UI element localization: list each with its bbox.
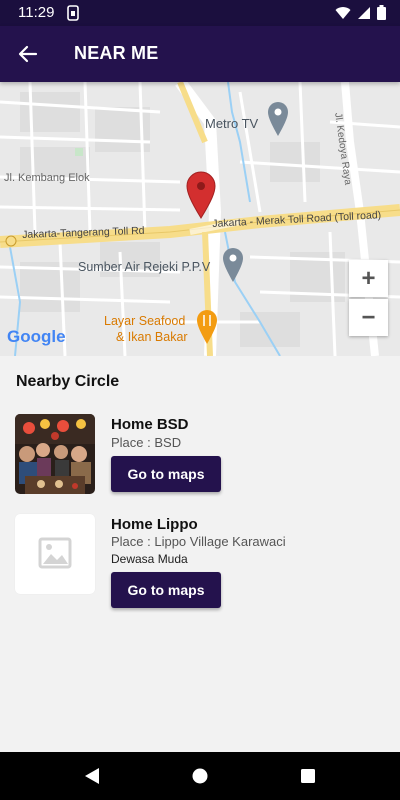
battery-icon	[377, 5, 386, 25]
label-metro-tv: Metro TV	[205, 116, 259, 131]
circle-place: Place : Lippo Village Karawaci	[111, 534, 286, 549]
nav-back-icon	[85, 768, 99, 784]
circle-group: Dewasa Muda	[111, 552, 188, 566]
system-nav-bar	[0, 752, 400, 800]
status-icons	[335, 5, 386, 25]
nav-recents-button[interactable]	[296, 764, 320, 788]
label-layar-line2: & Ikan Bakar	[116, 330, 188, 344]
google-logo: Google	[7, 327, 66, 346]
sim-icon	[66, 5, 80, 26]
zoom-in-icon: +	[361, 264, 376, 292]
circle-name: Home Lippo	[111, 516, 198, 533]
go-to-maps-button[interactable]: Go to maps	[111, 572, 221, 608]
nearby-section: Nearby Circle Home BSD Place: BSD Go to…	[0, 356, 400, 752]
image-placeholder	[15, 514, 95, 594]
label-kembang-elok: Jl. Kembang Elok	[4, 172, 90, 184]
zoom-out-button[interactable]: −	[349, 299, 388, 336]
nav-home-button[interactable]	[188, 764, 212, 788]
nav-home-icon	[192, 768, 208, 784]
status-time: 11:29	[18, 4, 55, 21]
back-button[interactable]	[12, 38, 44, 70]
section-title: Nearby Circle	[16, 373, 120, 390]
nav-back-button[interactable]	[80, 764, 104, 788]
page-title: NEAR ME	[74, 43, 159, 63]
map-view[interactable]: Metro TV Jl. Kembang Elok Jl. Kedoya Ray…	[0, 82, 400, 356]
wifi-icon	[335, 6, 351, 25]
app-bar: NEAR ME	[0, 26, 400, 82]
circle-place: Place : BSD	[111, 435, 182, 450]
group-photo	[15, 414, 95, 494]
arrow-back-icon	[18, 45, 38, 63]
go-to-maps-button[interactable]: Go to maps	[111, 456, 221, 492]
zoom-in-button[interactable]: +	[349, 260, 388, 297]
nav-recents-icon	[301, 769, 315, 783]
status-bar: 11:29	[0, 0, 400, 26]
label-layar-line1: Layar Seafood	[104, 314, 186, 328]
image-placeholder-icon	[38, 537, 72, 569]
circle-name: Home BSD	[111, 416, 189, 433]
circle-card: Home Lippo Place : Lippo Village Karawac…	[15, 514, 385, 610]
label-sumber-air: Sumber Air Rejeki P.P.V	[78, 260, 211, 274]
circle-card: Home BSD Place : BSD Go to maps	[15, 414, 385, 496]
signal-icon	[357, 6, 371, 25]
zoom-out-icon: −	[361, 303, 376, 331]
